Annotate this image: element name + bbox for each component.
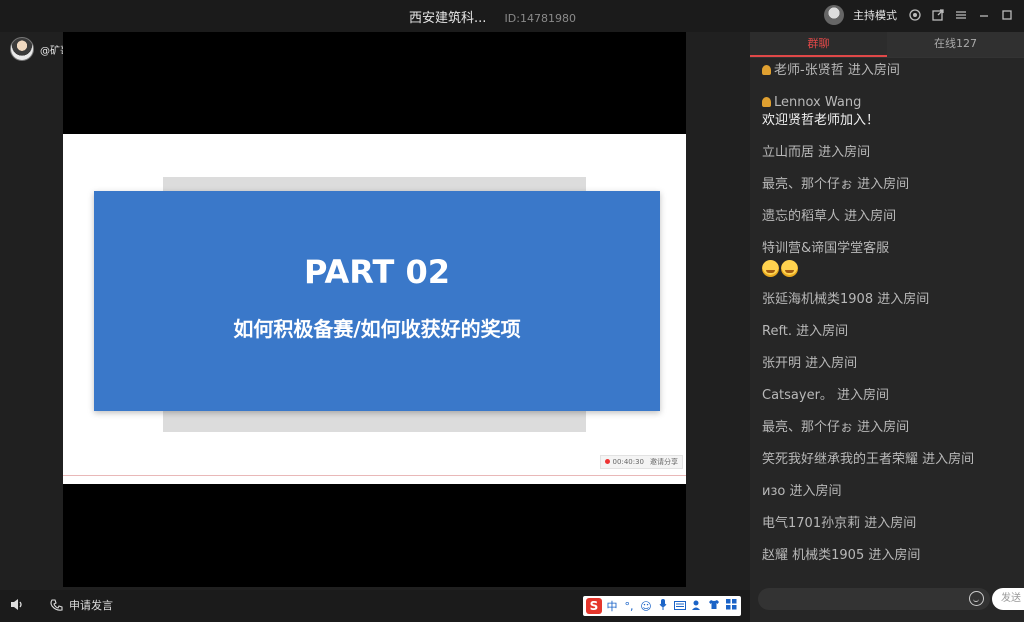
menu-icon[interactable] [954,8,968,22]
chat-tabs: 群聊 在线127 [750,32,1024,58]
video-stage: PART 02 如何积极备赛/如何收获好的奖项 00:40:30 邀请分享 [63,32,686,587]
sogou-ime-icon[interactable]: S [586,598,602,614]
smiley-icon[interactable]: ☺ [639,600,653,613]
settings-circle-icon[interactable] [908,8,922,22]
chat-message-text: Catsayer。 进入房间 [762,388,890,403]
chat-message-text: 张延海机械类1908 进入房间 [762,292,930,307]
phone-icon [50,598,63,611]
invite-share-label[interactable]: 邀请分享 [650,457,678,467]
apply-speak-label: 申请发言 [69,599,113,612]
skin-shirt-icon[interactable] [707,599,721,613]
apply-speak-button[interactable]: 申请发言 [50,597,113,613]
maximize-icon[interactable] [1000,8,1014,22]
title-actions: 主持模式 [824,5,1014,25]
emoji-icon[interactable] [969,591,984,606]
slide-blue-panel: PART 02 如何积极备赛/如何收获好的奖项 [94,191,660,411]
avatar[interactable] [10,37,34,61]
tab-online-users[interactable]: 在线127 [887,32,1024,57]
chat-message-text: изо 进入房间 [762,484,842,499]
chat-message-text: 特训营&谛国学堂客服 [762,241,890,256]
chat-message: Catsayer。 进入房间 [762,387,1024,405]
bottom-bar: 申请发言 S 中 °, ☺ [0,590,750,622]
chat-message: Lennox Wang 欢迎贤哲老师加入！ [762,94,1024,130]
teacher-badge-icon [762,97,771,107]
ime-toolbar[interactable]: S 中 °, ☺ [583,596,741,616]
chat-message: 遗忘的稻草人 进入房间 [762,208,1024,226]
minimize-icon[interactable] [977,8,991,22]
live-room-window: 西安建筑科... ID:14781980 主持模式 PART 02 如何积极备赛… [0,0,1024,622]
title-bar: 西安建筑科... ID:14781980 主持模式 [0,0,1024,32]
ime-language-toggle[interactable]: 中 [605,598,619,614]
chat-message-text: 老师-张贤哲 进入房间 [774,63,900,78]
emoji-row [762,260,1024,277]
laughing-emoji-icon [762,260,779,277]
chat-message: 张开明 进入房间 [762,355,1024,373]
tab-group-chat[interactable]: 群聊 [750,32,887,57]
send-button[interactable]: 发送 [992,588,1024,610]
chat-message-text: 笑死我好继承我的王者荣耀 进入房间 [762,452,975,467]
chat-message: изо 进入房间 [762,483,1024,501]
share-external-icon[interactable] [931,8,945,22]
toolbox-grid-icon[interactable] [724,599,738,613]
chat-input[interactable] [758,588,990,610]
record-dot-icon [604,459,610,464]
chat-message-list[interactable]: 老师-张贤哲 进入房间 Lennox Wang 欢迎贤哲老师加入！ 立山而居 进入房间… [750,58,1024,578]
recording-timer: 00:40:30 [604,458,644,466]
user-icon[interactable] [690,599,704,614]
host-avatar[interactable] [824,5,844,25]
keyboard-icon[interactable] [673,600,687,613]
room-title: 西安建筑科... ID:14781980 [409,7,576,26]
laughing-emoji-icon [781,260,798,277]
chat-message: 张延海机械类1908 进入房间 [762,291,1024,309]
volume-icon[interactable] [10,598,24,615]
chat-message: 立山而居 进入房间 [762,144,1024,162]
presentation-slide: PART 02 如何积极备赛/如何收获好的奖项 00:40:30 邀请分享 [63,134,686,484]
voice-input-icon[interactable] [656,598,670,614]
chat-message-text: 最亮、那个仔ぉ 进入房间 [762,420,910,435]
chat-message-text: 张开明 进入房间 [762,356,858,371]
chat-message: 笑死我好继承我的王者荣耀 进入房间 [762,451,1024,469]
chat-message-body: 欢迎贤哲老师加入！ [762,113,880,128]
chat-message-text: 最亮、那个仔ぉ 进入房间 [762,177,910,192]
ime-punctuation-toggle[interactable]: °, [622,600,636,613]
host-mode-label[interactable]: 主持模式 [853,7,897,23]
chat-message-text: 立山而居 进入房间 [762,145,871,160]
chat-message: 最亮、那个仔ぉ 进入房间 [762,419,1024,437]
teacher-badge-icon [762,65,771,75]
chat-message-text: Lennox Wang [774,95,862,110]
room-id: ID:14781980 [504,12,576,25]
chat-message-text: 赵耀 机械类1905 进入房间 [762,548,921,563]
chat-message: 赵耀 机械类1905 进入房间 [762,547,1024,565]
slide-subtitle: 如何积极备赛/如何收获好的奖项 [233,317,521,341]
slide-progress-line [63,475,686,476]
slide-title: PART 02 [304,253,450,291]
chat-message: 最亮、那个仔ぉ 进入房间 [762,176,1024,194]
room-name: 西安建筑科... [409,11,487,26]
chat-message-text: 遗忘的稻草人 进入房间 [762,209,897,224]
chat-message-text: Reft. 进入房间 [762,324,849,339]
chat-message: 老师-张贤哲 进入房间 [762,62,1024,80]
video-area: @矿哥3... 排麦 PART 02 如何积极备赛/如何收获好的奖项 00:40… [0,32,750,590]
chat-message-text: 电气1701孙京莉 进入房间 [762,516,917,531]
chat-message: 特训营&谛国学堂客服 [762,240,1024,277]
chat-message: Reft. 进入房间 [762,323,1024,341]
chat-message: 电气1701孙京莉 进入房间 [762,515,1024,533]
chat-panel: 群聊 在线127 老师-张贤哲 进入房间 Lennox Wang 欢迎贤哲老师加入！… [750,32,1024,622]
recording-status: 00:40:30 邀请分享 [599,455,683,469]
